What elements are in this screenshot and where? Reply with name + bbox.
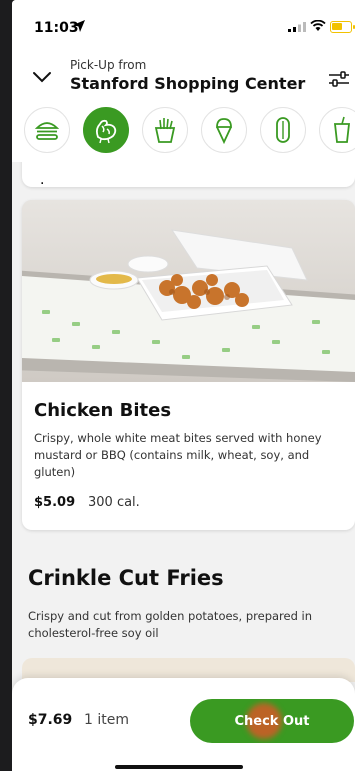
store-name[interactable]: Stanford Shopping Center [70, 74, 305, 93]
menu-item-card[interactable]: Chicken Bites Crispy, whole white meat b… [22, 200, 355, 530]
checkout-bar: $7.69 1 item Check Out [12, 678, 355, 771]
item-calories: 300 cal. [88, 495, 140, 510]
fries-icon [154, 118, 176, 143]
category-burgers-tab[interactable] [24, 107, 70, 153]
pickle-icon [276, 117, 290, 143]
category-chicken-tab[interactable] [83, 107, 129, 153]
item-name: Chicken Bites [34, 400, 172, 421]
check-out-label: Check Out [234, 713, 310, 729]
signal-icon [288, 22, 306, 32]
home-indicator[interactable] [115, 765, 243, 769]
ice-cream-icon [216, 118, 232, 144]
filter-sliders-icon[interactable] [328, 70, 350, 88]
item-description: Crispy, whole white meat bites served wi… [34, 431, 322, 479]
wifi-icon [310, 20, 326, 31]
category-tabs [24, 107, 355, 155]
item-count: 1 item [84, 712, 129, 728]
drink-icon [333, 116, 351, 143]
burger-icon [34, 122, 60, 140]
chevron-down-icon[interactable] [32, 70, 52, 84]
location-arrow-icon [73, 20, 85, 32]
item-price: $5.09 [34, 495, 76, 510]
app-screen: 11:03 Pick-Up from Stanford Shopping Cen… [12, 0, 355, 771]
menu-scroll-area[interactable]: . Chicken Bites Crispy, whole white meat… [12, 162, 355, 682]
order-total: $7.69 [28, 712, 73, 728]
chicken-icon [95, 119, 117, 144]
status-bar: 11:03 [12, 0, 355, 50]
category-fries-tab[interactable] [142, 107, 188, 153]
chicken-bites-photo [22, 200, 355, 382]
pickup-label: Pick-Up from [70, 58, 147, 72]
category-custard-tab[interactable] [201, 107, 247, 153]
battery-icon [330, 21, 355, 33]
section-description: Crispy and cut from golden potatoes, pre… [28, 609, 313, 640]
section-title: Crinkle Cut Fries [28, 566, 224, 590]
check-out-button[interactable]: Check Out [190, 699, 354, 743]
pickup-header[interactable]: Pick-Up from Stanford Shopping Center [12, 52, 355, 98]
category-sides-tab[interactable] [260, 107, 306, 153]
top-bar: 11:03 Pick-Up from Stanford Shopping Cen… [12, 0, 355, 162]
previous-item-card[interactable]: . [22, 162, 355, 188]
category-drinks-tab[interactable] [319, 107, 355, 153]
